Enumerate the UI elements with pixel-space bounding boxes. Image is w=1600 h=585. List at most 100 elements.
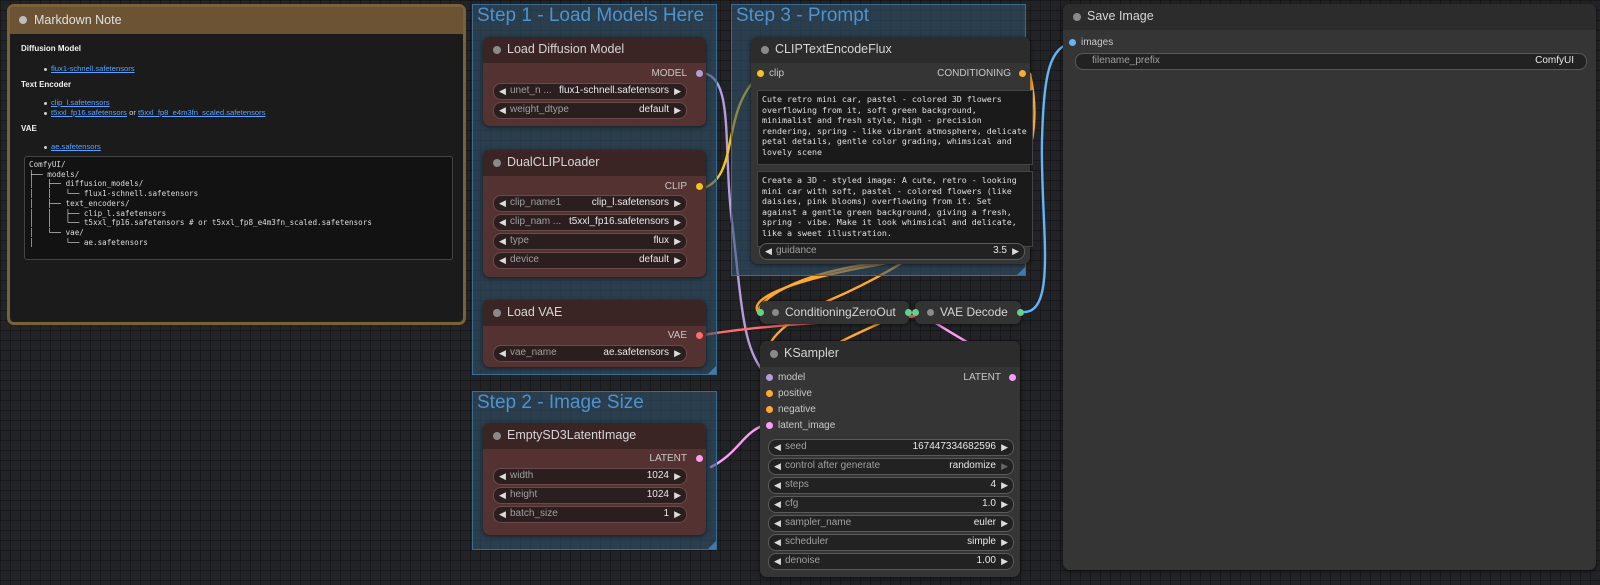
input-port-latent-image[interactable] [766, 422, 773, 429]
arrow-left-icon[interactable]: ◀ [499, 471, 506, 482]
output-port-image[interactable] [1017, 309, 1024, 316]
t5xxl-prompt-textarea[interactable]: Create a 3D - styled image: A cute, retr… [757, 171, 1033, 247]
arrow-left-icon[interactable]: ◀ [499, 509, 506, 520]
empty-latent-image-node[interactable]: EmptySD3LatentImage LATENT ◀ width 1024 … [483, 423, 706, 535]
widget-width[interactable]: ◀ width 1024 ▶ [493, 468, 687, 485]
arrow-left-icon[interactable]: ◀ [774, 518, 781, 529]
widget-batch-size[interactable]: ◀ batch_size 1 ▶ [493, 506, 687, 523]
collapse-dot[interactable] [19, 16, 27, 24]
arrow-right-icon[interactable]: ▶ [674, 255, 681, 266]
save-image-node[interactable]: Save Image images filename_prefix ComfyU… [1063, 4, 1596, 570]
output-port-model[interactable] [696, 70, 703, 77]
arrow-right-icon[interactable]: ▶ [1001, 499, 1008, 510]
load-vae-node[interactable]: Load VAE VAE ◀ vae_name ae.safetensors ▶ [483, 300, 706, 367]
widget-clip-name2[interactable]: ◀ clip_nam ... t5xxl_fp16.safetensors ▶ [493, 214, 687, 231]
widget-type[interactable]: ◀ type flux ▶ [493, 233, 687, 250]
output-port-vae[interactable] [696, 332, 703, 339]
resize-handle[interactable] [1017, 267, 1025, 275]
link-flux[interactable]: flux1-schnell.safetensors [51, 64, 135, 73]
arrow-left-icon[interactable]: ◀ [774, 461, 781, 472]
arrow-right-icon[interactable]: ▶ [674, 490, 681, 501]
conditioning-zero-out-node[interactable]: ConditioningZeroOut [757, 301, 912, 324]
vae-decode-node[interactable]: VAE Decode [912, 301, 1024, 324]
arrow-right-icon[interactable]: ▶ [674, 236, 681, 247]
arrow-right-icon[interactable]: ▶ [674, 471, 681, 482]
arrow-left-icon[interactable]: ◀ [774, 537, 781, 548]
arrow-right-icon[interactable]: ▶ [674, 86, 681, 97]
collapse-dot[interactable] [1073, 13, 1081, 21]
widget-height[interactable]: ◀ height 1024 ▶ [493, 487, 687, 504]
output-port-conditioning[interactable] [1019, 70, 1026, 77]
arrow-right-icon[interactable]: ▶ [674, 105, 681, 116]
collapse-dot[interactable] [493, 159, 501, 167]
input-port-model[interactable] [766, 374, 773, 381]
input-port-positive[interactable] [766, 390, 773, 397]
collapse-dot[interactable] [770, 350, 778, 358]
arrow-right-icon[interactable]: ▶ [1001, 480, 1008, 491]
collapse-dot[interactable] [493, 46, 501, 54]
arrow-left-icon[interactable]: ◀ [499, 217, 506, 228]
arrow-left-icon[interactable]: ◀ [774, 499, 781, 510]
output-port-latent[interactable] [696, 455, 703, 462]
widget-clip-name1[interactable]: ◀ clip_name1 clip_l.safetensors ▶ [493, 195, 687, 212]
link-t5[interactable]: t5xxl_fp16.safetensors [51, 108, 127, 117]
markdown-note-node[interactable]: Markdown Note Diffusion Model flux1-schn… [7, 4, 466, 325]
dual-clip-loader-node[interactable]: DualCLIPLoader CLIP ◀ clip_name1 clip_l.… [483, 150, 706, 277]
widget-guidance[interactable]: ◀ guidance 3.5 ▶ [759, 243, 1025, 260]
resize-handle[interactable] [708, 366, 716, 374]
widget-steps[interactable]: ◀ steps 4 ▶ [768, 477, 1014, 494]
arrow-left-icon[interactable]: ◀ [499, 348, 506, 359]
arrow-right-icon[interactable]: ▶ [1001, 442, 1008, 453]
resize-handle[interactable] [708, 541, 716, 549]
arrow-left-icon[interactable]: ◀ [499, 255, 506, 266]
arrow-left-icon[interactable]: ◀ [774, 480, 781, 491]
collapse-dot[interactable] [927, 309, 934, 316]
arrow-right-icon[interactable]: ▶ [1001, 556, 1008, 567]
arrow-left-icon[interactable]: ◀ [774, 442, 781, 453]
arrow-right-icon[interactable]: ▶ [674, 348, 681, 359]
input-port-images[interactable] [1069, 39, 1076, 46]
clip-text-encode-flux-node[interactable]: CLIPTextEncodeFlux clip CONDITIONING Cut… [751, 37, 1033, 264]
output-port-clip[interactable] [696, 183, 703, 190]
arrow-left-icon[interactable]: ◀ [499, 86, 506, 97]
widget-device[interactable]: ◀ device default ▶ [493, 252, 687, 269]
widget-sampler-name[interactable]: ◀ sampler_name euler ▶ [768, 515, 1014, 532]
arrow-left-icon[interactable]: ◀ [499, 198, 506, 209]
arrow-right-icon[interactable]: ▶ [1012, 246, 1019, 257]
collapse-dot[interactable] [761, 46, 769, 54]
widget-control-after-generate[interactable]: ◀ control after generate randomize ▶ [768, 458, 1014, 475]
widget-unet-name[interactable]: ◀ unet_n ... flux1-schnell.safetensors ▶ [493, 83, 687, 100]
input-port-conditioning[interactable] [757, 309, 764, 316]
link-clip[interactable]: clip_l.safetensors [51, 98, 110, 107]
arrow-right-icon[interactable]: ▶ [674, 198, 681, 209]
arrow-left-icon[interactable]: ◀ [499, 105, 506, 116]
arrow-left-icon[interactable]: ◀ [774, 556, 781, 567]
widget-weight-dtype[interactable]: ◀ weight_dtype default ▶ [493, 102, 687, 119]
link-vae[interactable]: ae.safetensors [51, 142, 101, 151]
link-t5-fp8[interactable]: t5xxl_fp8_e4m3fn_scaled.safetensors [138, 108, 266, 117]
output-port-conditioning[interactable] [905, 309, 912, 316]
widget-scheduler[interactable]: ◀ scheduler simple ▶ [768, 534, 1014, 551]
arrow-right-icon[interactable]: ▶ [1001, 537, 1008, 548]
input-port-negative[interactable] [766, 406, 773, 413]
widget-cfg[interactable]: ◀ cfg 1.0 ▶ [768, 496, 1014, 513]
widget-seed[interactable]: ◀ seed 167447334682596 ▶ [768, 439, 1014, 456]
collapse-dot[interactable] [493, 432, 501, 440]
ksampler-node[interactable]: KSampler model positive negative latent_… [760, 341, 1020, 577]
output-port-latent[interactable] [1009, 374, 1016, 381]
input-port-samples[interactable] [912, 309, 919, 316]
arrow-left-icon[interactable]: ◀ [499, 490, 506, 501]
collapse-dot[interactable] [772, 309, 779, 316]
clip-l-prompt-textarea[interactable]: Cute retro mini car, pastel - colored 3D… [757, 90, 1033, 165]
load-diffusion-model-node[interactable]: Load Diffusion Model MODEL ◀ unet_n ... … [483, 37, 706, 126]
arrow-right-icon[interactable]: ▶ [674, 509, 681, 520]
collapse-dot[interactable] [493, 309, 501, 317]
arrow-left-icon[interactable]: ◀ [499, 236, 506, 247]
input-port-clip[interactable] [757, 70, 764, 77]
widget-denoise[interactable]: ◀ denoise 1.00 ▶ [768, 553, 1014, 570]
arrow-left-icon[interactable]: ◀ [765, 246, 772, 257]
widget-vae-name[interactable]: ◀ vae_name ae.safetensors ▶ [493, 345, 687, 362]
widget-filename-prefix[interactable]: filename_prefix ComfyUI [1075, 53, 1587, 70]
arrow-right-icon[interactable]: ▶ [1001, 461, 1008, 472]
arrow-right-icon[interactable]: ▶ [1001, 518, 1008, 529]
